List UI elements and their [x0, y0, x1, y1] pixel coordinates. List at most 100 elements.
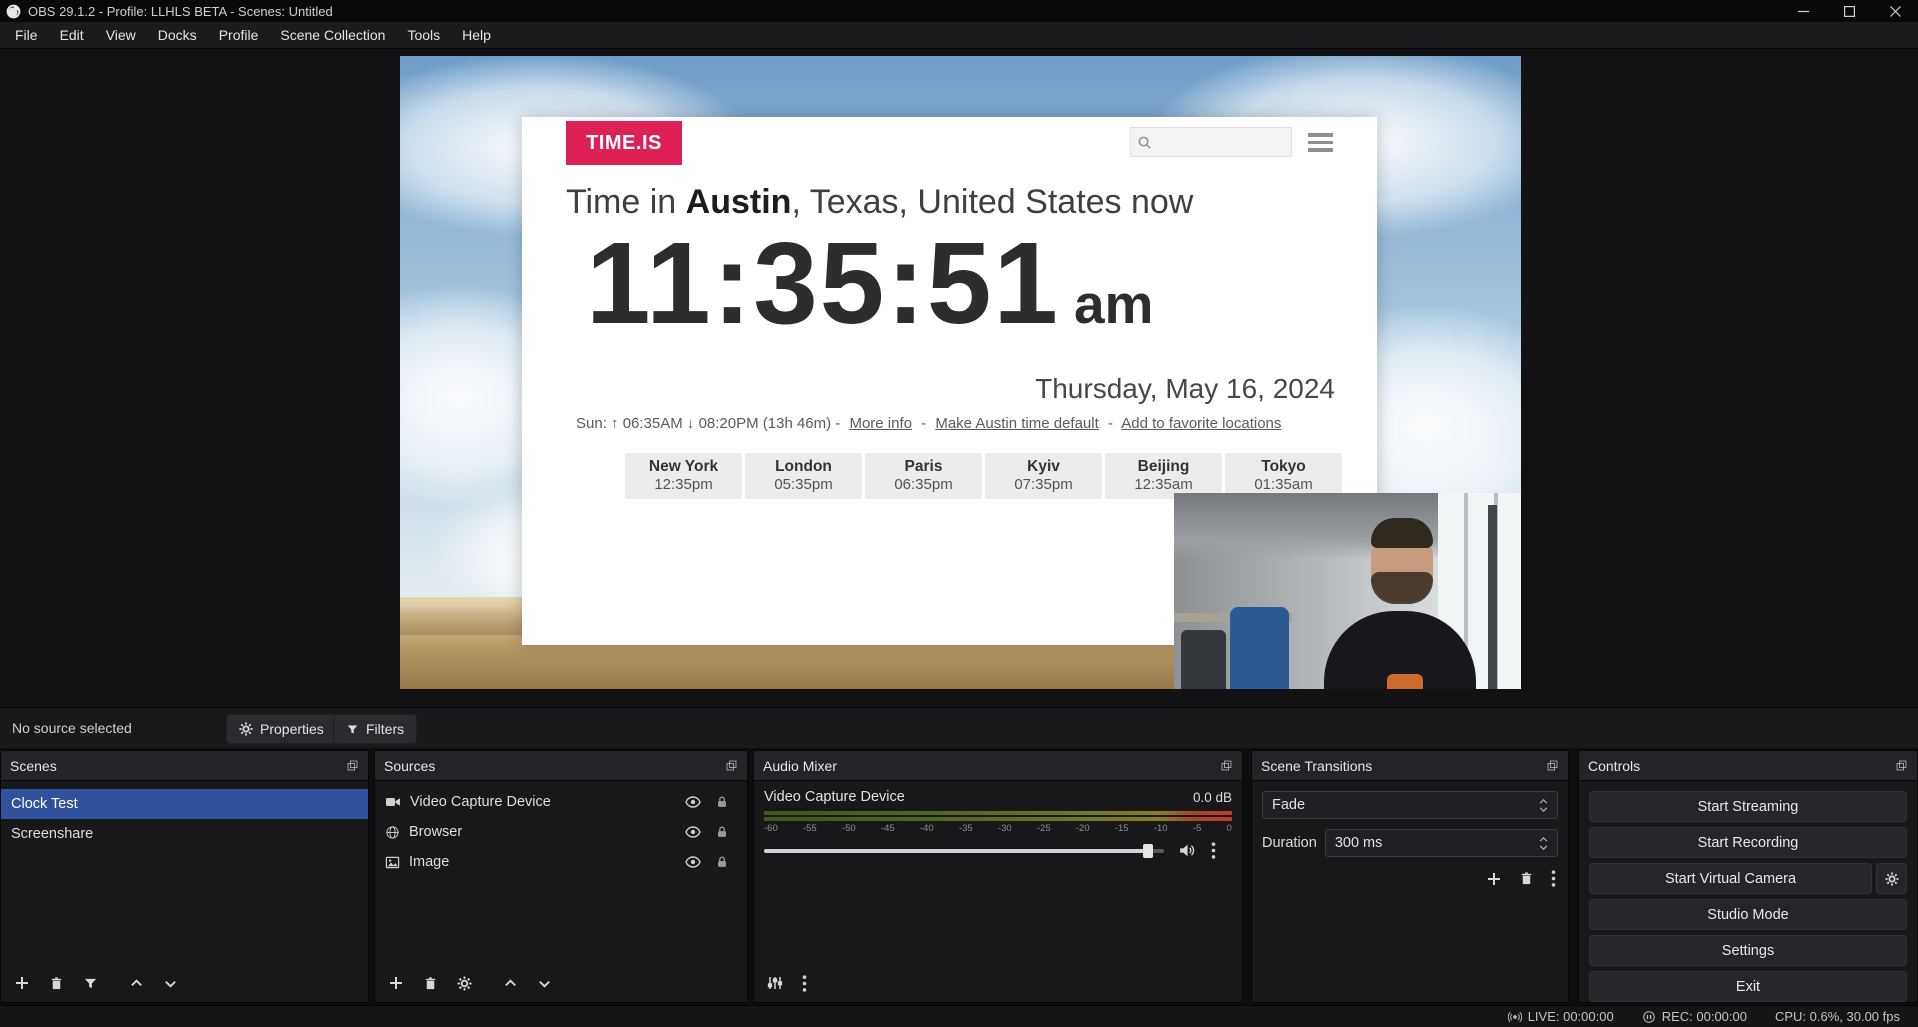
image-icon	[385, 855, 400, 870]
obs-logo-icon	[6, 4, 21, 19]
maximize-button[interactable]	[1826, 0, 1872, 22]
advanced-audio-icon[interactable]	[767, 975, 783, 991]
settings-button[interactable]: Settings	[1589, 935, 1907, 966]
start-recording-button[interactable]: Start Recording	[1589, 827, 1907, 858]
lock-icon[interactable]	[715, 855, 729, 869]
minimize-button[interactable]	[1780, 0, 1826, 22]
filter-icon	[346, 723, 359, 736]
menu-profile[interactable]: Profile	[208, 22, 270, 48]
link-more-info[interactable]: More info	[849, 415, 912, 432]
hamburger-menu-icon[interactable]	[1308, 133, 1333, 156]
sources-toolbar	[375, 964, 747, 1002]
remove-source-button[interactable]	[423, 976, 438, 991]
page-heading: Time in Austin, Texas, United States now	[566, 183, 1193, 222]
transitions-body: Fade Duration 300 ms	[1252, 781, 1568, 1002]
gear-icon	[1885, 872, 1899, 886]
virtual-camera-settings-button[interactable]	[1876, 863, 1907, 894]
scene-filters-button[interactable]	[83, 976, 98, 991]
move-source-down-button[interactable]	[537, 976, 552, 991]
transitions-header[interactable]: Scene Transitions	[1252, 751, 1568, 781]
add-source-button[interactable]	[388, 975, 404, 991]
popout-icon[interactable]	[725, 759, 738, 772]
page-date: Thursday, May 16, 2024	[1035, 373, 1335, 405]
scenes-panel: Scenes Clock Test Screenshare	[0, 750, 369, 1003]
transition-options-kebab-icon[interactable]	[1551, 870, 1556, 887]
menu-view[interactable]: View	[95, 22, 147, 48]
popout-icon[interactable]	[1220, 759, 1233, 772]
link-separator: -	[1108, 415, 1113, 432]
audio-mixer-panel: Audio Mixer Video Capture Device 0.0 dB …	[753, 750, 1243, 1003]
sources-title: Sources	[384, 758, 435, 774]
volume-slider-handle[interactable]	[1143, 844, 1153, 858]
city-london[interactable]: London05:35pm	[745, 453, 862, 499]
move-scene-down-button[interactable]	[163, 976, 178, 991]
eye-icon[interactable]	[685, 794, 701, 810]
eye-icon[interactable]	[685, 854, 701, 870]
move-source-up-button[interactable]	[503, 976, 518, 991]
move-scene-up-button[interactable]	[129, 976, 144, 991]
globe-icon	[385, 825, 400, 840]
add-scene-button[interactable]	[14, 975, 30, 991]
menu-docks[interactable]: Docks	[147, 22, 208, 48]
close-button[interactable]	[1872, 0, 1918, 22]
channel-options-kebab-icon[interactable]	[1211, 842, 1216, 859]
link-make-default[interactable]: Make Austin time default	[935, 415, 1098, 432]
speaker-icon[interactable]	[1178, 842, 1195, 859]
controls-panel: Controls Start Streaming Start Recording…	[1578, 750, 1918, 1003]
source-properties-button[interactable]	[457, 976, 472, 991]
popout-icon[interactable]	[1546, 759, 1559, 772]
mixer-options-kebab-icon[interactable]	[802, 975, 807, 992]
remove-transition-button[interactable]	[1519, 870, 1534, 887]
start-virtual-camera-button[interactable]: Start Virtual Camera	[1589, 863, 1872, 894]
source-item-image[interactable]: Image	[375, 847, 747, 877]
live-timer: LIVE: 00:00:00	[1528, 1009, 1614, 1024]
sources-header[interactable]: Sources	[375, 751, 747, 781]
transition-selected: Fade	[1272, 797, 1305, 813]
volume-slider[interactable]	[764, 843, 1164, 859]
search-box[interactable]	[1130, 127, 1292, 157]
lock-icon[interactable]	[715, 795, 729, 809]
combo-arrows-icon	[1539, 799, 1548, 812]
properties-button[interactable]: Properties	[226, 714, 337, 744]
program-preview[interactable]: TIME.IS Time in Austin, Texas, United St…	[400, 56, 1521, 689]
menu-help[interactable]: Help	[451, 22, 502, 48]
popout-icon[interactable]	[1895, 759, 1908, 772]
source-item-video-capture[interactable]: Video Capture Device	[375, 787, 747, 817]
link-add-favorite[interactable]: Add to favorite locations	[1121, 415, 1281, 432]
lock-icon[interactable]	[715, 825, 729, 839]
transition-select[interactable]: Fade	[1262, 791, 1558, 819]
mixer-channel-name: Video Capture Device	[764, 789, 905, 805]
webcam-chair	[1181, 630, 1226, 689]
search-input[interactable]	[1157, 134, 1285, 150]
preview-area[interactable]: TIME.IS Time in Austin, Texas, United St…	[0, 49, 1918, 707]
menu-edit[interactable]: Edit	[49, 22, 95, 48]
scenes-toolbar	[1, 964, 368, 1002]
source-item-browser[interactable]: Browser	[375, 817, 747, 847]
add-transition-button[interactable]	[1486, 870, 1502, 887]
remove-scene-button[interactable]	[49, 976, 64, 991]
studio-mode-button[interactable]: Studio Mode	[1589, 899, 1907, 930]
start-streaming-button[interactable]: Start Streaming	[1589, 791, 1907, 822]
rec-status: REC: 00:00:00	[1642, 1009, 1747, 1024]
menu-scene-collection[interactable]: Scene Collection	[269, 22, 396, 48]
controls-header[interactable]: Controls	[1579, 751, 1917, 781]
menu-file[interactable]: File	[4, 22, 49, 48]
city-new-york[interactable]: New York12:35pm	[625, 453, 742, 499]
popout-icon[interactable]	[346, 759, 359, 772]
meter-bar-left	[764, 811, 1232, 815]
eye-icon[interactable]	[685, 824, 701, 840]
mixer-channel-level: 0.0 dB	[1193, 790, 1232, 805]
scenes-header[interactable]: Scenes	[1, 751, 368, 781]
scene-item-clock-test[interactable]: Clock Test	[1, 789, 368, 819]
city-kyiv[interactable]: Kyiv07:35pm	[985, 453, 1102, 499]
filters-button[interactable]: Filters	[333, 714, 417, 744]
audio-mixer-header[interactable]: Audio Mixer	[754, 751, 1242, 781]
city-paris[interactable]: Paris06:35pm	[865, 453, 982, 499]
spinner-arrows-icon[interactable]	[1539, 837, 1548, 850]
duration-spinbox[interactable]: 300 ms	[1325, 829, 1558, 857]
scene-item-screenshare[interactable]: Screenshare	[1, 819, 368, 849]
timeis-logo: TIME.IS	[566, 121, 682, 165]
volume-meter	[764, 811, 1232, 821]
exit-button[interactable]: Exit	[1589, 971, 1907, 1002]
menu-tools[interactable]: Tools	[396, 22, 451, 48]
